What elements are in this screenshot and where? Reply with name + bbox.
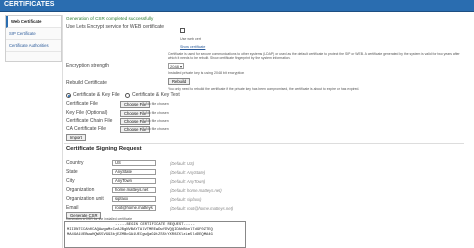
csr-organization-label: Organization <box>66 187 95 193</box>
success-message: Generation of CSR completed successfully <box>66 16 154 21</box>
radio-certificate-key-file-label: Certificate & Key File <box>73 92 120 98</box>
letsencrypt-checkbox[interactable] <box>180 28 185 33</box>
certificate-info-text: Certificate is used for secure communica… <box>168 52 460 60</box>
csr-city-input[interactable] <box>112 178 156 184</box>
csr-organization-unit-input[interactable] <box>112 196 156 202</box>
import-button[interactable]: Import <box>66 134 86 141</box>
csr-country-default: (Default: US) <box>170 161 195 166</box>
page-title-bar: CERTIFICATES <box>0 0 474 12</box>
csr-city-label: City <box>66 178 75 184</box>
section-divider <box>64 143 464 144</box>
csr-heading: Certificate Signing Request <box>66 146 142 152</box>
certificate-chain-file-label: Certificate Chain File <box>66 118 113 124</box>
csr-email-default: (Default: root@home.matteys.net) <box>170 206 234 211</box>
sidebar: Web Certificate SIP Certificate Certific… <box>5 15 62 62</box>
certificate-file-status: No file chosen <box>146 102 169 106</box>
key-file-status: No file chosen <box>146 111 169 115</box>
ca-certificate-file-label: CA Certificate File <box>66 126 107 132</box>
encryption-strength-select[interactable]: 2048 ▾ <box>168 63 184 69</box>
rebuild-certificate-label: Rebuild Certificate <box>66 80 107 86</box>
csr-organization-default: (Default: home.matteys.net) <box>170 188 222 193</box>
certificate-chain-file-status: No file chosen <box>146 119 169 123</box>
radio-certificate-key-text[interactable] <box>125 93 130 98</box>
show-certificate-link[interactable]: Show certificate <box>180 45 205 50</box>
csr-state-label: State <box>66 169 78 175</box>
sidebar-item-web-certificate[interactable]: Web Certificate <box>6 16 61 28</box>
ca-certificate-file-status: No file chosen <box>146 127 169 131</box>
certificate-file-label: Certificate File <box>66 101 98 107</box>
csr-output-line-2: MA4GA1UEBwwHQW55VG93bjEZMBcGA1UECgwQaG9t… <box>67 233 213 237</box>
csr-output-textarea[interactable]: -----BEGIN CERTIFICATE REQUEST----- MIID… <box>64 221 246 248</box>
page-title: CERTIFICATES <box>4 1 55 8</box>
csr-organization-input[interactable] <box>112 187 156 193</box>
rebuild-note: You only need to rebuild the certificate… <box>168 87 360 91</box>
csr-city-default: (Default: AnyTown) <box>170 179 206 184</box>
letsencrypt-label: Use Lets Encrypt service for WEB certifi… <box>66 24 165 30</box>
csr-state-input[interactable] <box>112 169 156 175</box>
sidebar-item-certificate-authorities[interactable]: Certificate Authorities <box>6 40 61 52</box>
use-web-cert-text: Use web cert <box>180 37 201 41</box>
encryption-strength-label: Encryption strength <box>66 63 110 69</box>
csr-email-input[interactable] <box>112 205 156 211</box>
csr-organization-unit-label: Organization unit <box>66 196 104 202</box>
rebuild-button[interactable]: Rebuild <box>168 78 191 85</box>
csr-country-input[interactable] <box>112 160 156 166</box>
sidebar-item-sip-certificate[interactable]: SIP Certificate <box>6 28 61 40</box>
radio-certificate-key-file[interactable] <box>66 93 71 98</box>
encryption-note: Installed private key is using 2048 bit … <box>168 71 245 75</box>
csr-organization-unit-default: (Default: sipfaxx) <box>170 197 202 202</box>
key-file-label: Key File (Optional) <box>66 110 108 116</box>
csr-state-default: (Default: AnyState) <box>170 170 206 175</box>
csr-email-label: Email <box>66 205 79 211</box>
csr-country-label: Country <box>66 160 84 166</box>
radio-certificate-key-text-label: Certificate & Key Text <box>132 92 180 98</box>
